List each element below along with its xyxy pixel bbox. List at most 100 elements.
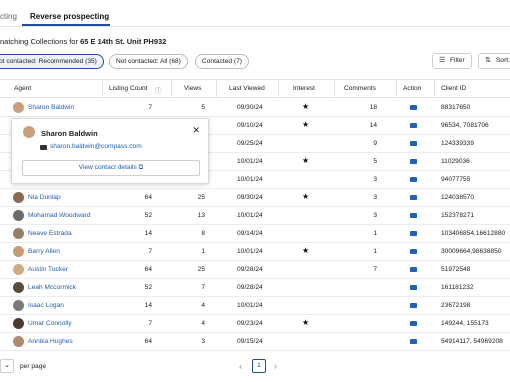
table-row[interactable]: Neave Estrada 14 8 09/14/24 1 103406854,16612…: [0, 225, 510, 243]
mail-icon[interactable]: [410, 249, 417, 254]
sort-button[interactable]: ⇅ Sort:: [478, 53, 510, 69]
table-row[interactable]: Umar Connolly 7 4 09/23/24 ★ 149244, 155173: [0, 315, 510, 333]
client-id-cell: 94077755: [441, 176, 471, 183]
table-row[interactable]: Annika Hughes 64 3 09/15/24 54914117, 549692…: [0, 333, 510, 351]
tab-contacting[interactable]: cting: [0, 12, 17, 21]
mail-icon[interactable]: [410, 195, 417, 200]
sort-button-label: Sort:: [496, 57, 510, 64]
agent-avatar: [13, 246, 24, 257]
filter-not-contacted-all[interactable]: Not contacted: All (68): [109, 54, 188, 69]
mail-icon[interactable]: [410, 339, 417, 344]
filter-contacted[interactable]: Contacted (7): [195, 54, 249, 69]
close-icon[interactable]: ✕: [192, 125, 200, 136]
prev-page-icon[interactable]: ‹: [239, 361, 242, 371]
view-contact-details-button[interactable]: View contact details ⧉: [22, 160, 200, 176]
col-agent[interactable]: Agent: [14, 85, 31, 92]
views-cell: 13: [197, 212, 205, 219]
last-viewed-cell: 10/01/24: [237, 212, 263, 219]
mail-icon[interactable]: [410, 285, 417, 290]
mail-icon[interactable]: [410, 141, 417, 146]
mail-icon[interactable]: [410, 159, 417, 164]
filter-button-label: Filter: [450, 57, 465, 64]
agent-name-link[interactable]: Nia Dunlap: [28, 194, 61, 201]
table-row[interactable]: Isaac Logan 14 4 10/01/24 23672198: [0, 297, 510, 315]
next-page-icon[interactable]: ›: [274, 361, 277, 371]
listing-count-cell: 64: [144, 338, 152, 345]
col-client-id[interactable]: Client ID: [441, 85, 466, 92]
star-icon[interactable]: ★: [302, 246, 309, 255]
heading-prefix: natching Collections for: [0, 37, 78, 46]
last-viewed-cell: 09/30/24: [237, 194, 263, 201]
star-icon[interactable]: ★: [302, 318, 309, 327]
mail-icon[interactable]: [410, 177, 417, 182]
agent-avatar: [13, 336, 24, 347]
agent-avatar: [13, 192, 24, 203]
filter-icon: ☰: [439, 57, 446, 64]
agent-name-link[interactable]: Leah Mccormick: [28, 284, 76, 291]
table-row[interactable]: Leah Mccormick 52 7 09/28/24 161181232: [0, 279, 510, 297]
listing-count-cell: 52: [144, 212, 152, 219]
last-viewed-cell: 09/15/24: [237, 338, 263, 345]
table-row[interactable]: Barry Allen 7 1 10/01/24 ★ 1 30009664,98638850: [0, 243, 510, 261]
agent-avatar: [13, 282, 24, 293]
star-icon[interactable]: ★: [302, 192, 309, 201]
agent-avatar: [13, 318, 24, 329]
table-row[interactable]: Austin Tucker 64 25 09/28/24 7 51972548: [0, 261, 510, 279]
popup-email-link[interactable]: sharon.baldwin@compass.com: [50, 143, 142, 150]
mail-icon[interactable]: [410, 231, 417, 236]
agent-name-link[interactable]: Isaac Logan: [28, 302, 64, 309]
heading-property: 65 E 14th St. Unit PH932: [80, 37, 167, 46]
agent-name-link[interactable]: Austin Tucker: [28, 266, 68, 273]
per-page-label: per page: [20, 363, 47, 370]
client-id-cell: 23672198: [441, 302, 471, 309]
mail-icon[interactable]: [410, 105, 417, 110]
agent-avatar: [13, 300, 24, 311]
agent-avatar: [13, 210, 24, 221]
page-button-current[interactable]: 1: [252, 359, 266, 373]
mail-icon[interactable]: [410, 321, 417, 326]
listing-count-cell: 14: [144, 302, 152, 309]
table-row[interactable]: Nia Dunlap 64 25 09/30/24 ★ 3 124038570: [0, 189, 510, 207]
page-heading: natching Collections for 65 E 14th St. U…: [0, 37, 166, 46]
popup-avatar: [23, 126, 35, 138]
col-views[interactable]: Views: [184, 85, 201, 92]
sort-icon: ⇅: [485, 57, 491, 64]
col-comments[interactable]: Comments: [344, 85, 376, 92]
views-cell: 4: [201, 302, 205, 309]
agent-name-link[interactable]: Mohamad Woodward: [28, 212, 91, 219]
last-viewed-cell: 10/01/24: [237, 248, 263, 255]
star-icon[interactable]: ★: [302, 120, 309, 129]
last-viewed-cell: 10/01/24: [237, 302, 263, 309]
mail-icon[interactable]: [410, 303, 417, 308]
filter-button[interactable]: ☰ Filter: [432, 53, 472, 69]
agent-avatar: [13, 264, 24, 275]
col-listing-count[interactable]: Listing Count: [109, 85, 148, 92]
agent-name-link[interactable]: Umar Connolly: [28, 320, 72, 327]
col-last-viewed[interactable]: Last Viewed: [229, 85, 265, 92]
comments-cell: 1: [373, 248, 377, 255]
mail-icon: [40, 145, 47, 150]
agent-name-link[interactable]: Annika Hughes: [28, 338, 73, 345]
views-cell: 4: [201, 320, 205, 327]
per-page-select[interactable]: ⌄: [0, 359, 14, 373]
agent-name-link[interactable]: Neave Estrada: [28, 230, 72, 237]
views-cell: 8: [201, 230, 205, 237]
comments-cell: 14: [369, 122, 377, 129]
star-icon[interactable]: ★: [302, 156, 309, 165]
col-interest[interactable]: Interest: [293, 85, 315, 92]
info-icon: ⓘ: [155, 88, 162, 95]
mail-icon[interactable]: [410, 213, 417, 218]
agent-name-link[interactable]: Barry Allen: [28, 248, 60, 255]
comments-cell: 9: [373, 140, 377, 147]
mail-icon[interactable]: [410, 123, 417, 128]
comments-cell: 5: [373, 158, 377, 165]
table-row[interactable]: Mohamad Woodward 52 13 10/01/24 3 152378271: [0, 207, 510, 225]
filter-recommended[interactable]: ot contacted: Recommended (35): [0, 54, 104, 69]
tab-reverse-prospecting[interactable]: Reverse prospecting: [30, 12, 109, 21]
agent-name-link[interactable]: Sharon Baldwin: [28, 104, 74, 111]
star-icon[interactable]: ★: [302, 102, 309, 111]
tab-bar: cting Reverse prospecting: [0, 0, 510, 27]
last-viewed-cell: 09/30/24: [237, 104, 263, 111]
table-row[interactable]: Sharon Baldwin 7 5 09/30/24 ★ 18 88317650: [0, 99, 510, 117]
mail-icon[interactable]: [410, 267, 417, 272]
